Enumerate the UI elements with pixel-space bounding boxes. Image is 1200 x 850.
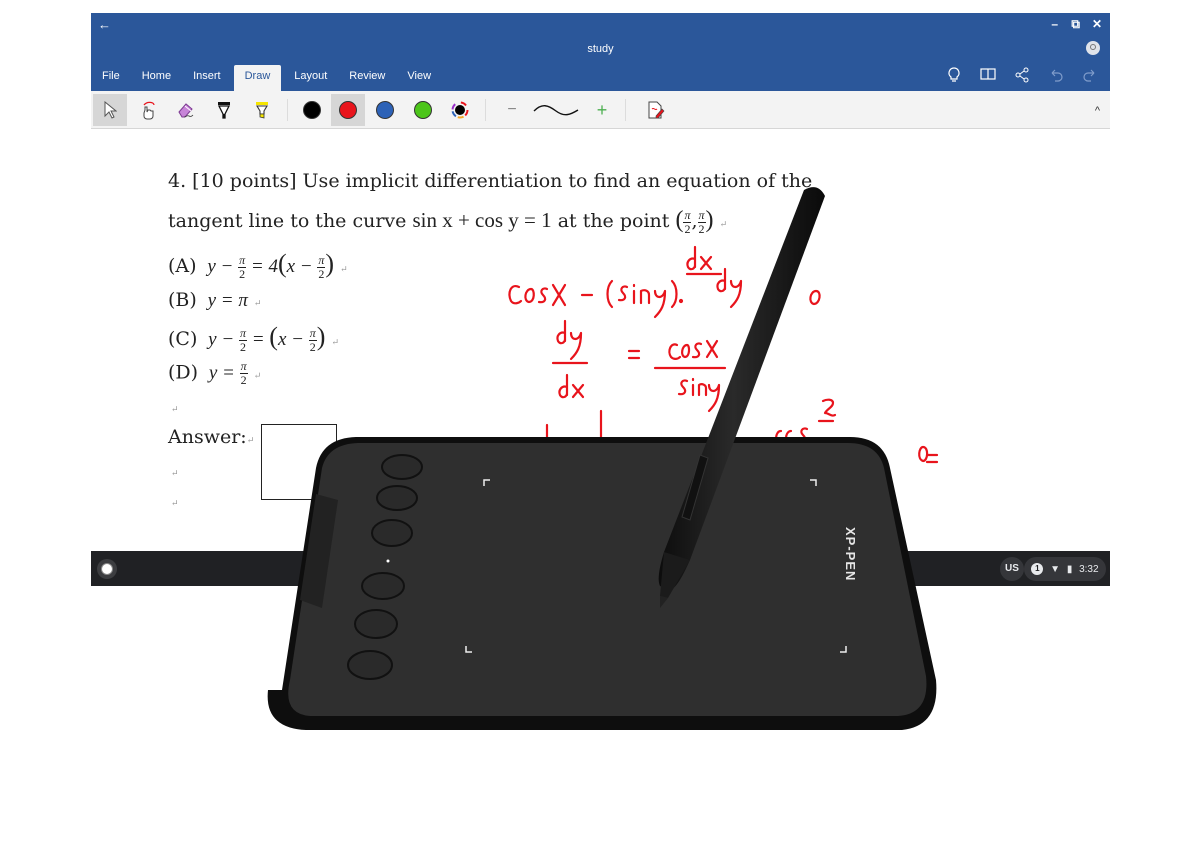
- tab-layout[interactable]: Layout: [283, 65, 338, 91]
- red-ink-handwriting: [508, 245, 939, 464]
- tablet-brand-logo: XP-PEN: [843, 527, 858, 582]
- wifi-icon: ▼: [1050, 563, 1061, 575]
- thickness-decrease-button[interactable]: −: [495, 94, 529, 126]
- color-black-button[interactable]: [295, 94, 329, 126]
- collapse-ribbon-chevron-up-icon[interactable]: ^: [1095, 105, 1100, 117]
- restore-icon[interactable]: ⧉: [1071, 17, 1080, 32]
- ribbon-tabs: File Home Insert Draw Layout Review View: [91, 65, 442, 91]
- highlighter-icon: [256, 102, 268, 119]
- cursor-arrow-icon: [104, 101, 117, 119]
- color-red-button[interactable]: [331, 94, 365, 126]
- more-colors-button[interactable]: [443, 94, 477, 126]
- toolbar-separator: [287, 99, 288, 121]
- ink-editor-icon: [648, 101, 665, 119]
- select-tool-button[interactable]: [93, 94, 127, 126]
- toolbar-separator: [485, 99, 486, 121]
- notification-count-badge: 1: [1031, 563, 1044, 575]
- draw-toolbar: − +: [91, 91, 1110, 129]
- color-wheel-icon: [451, 101, 469, 119]
- lasso-hand-icon: [143, 101, 155, 120]
- pen-icon: [217, 102, 231, 119]
- express-key-5: [354, 609, 398, 639]
- color-swatch-blue: [376, 101, 394, 119]
- highlighter-button[interactable]: [245, 94, 279, 126]
- chromebook-screen: ← – ⧉ ✕ study File Home Insert Draw Layo…: [91, 13, 1110, 586]
- battery-icon: ▮: [1066, 563, 1073, 575]
- undo-icon[interactable]: [1046, 67, 1066, 85]
- express-key-6: [347, 650, 393, 680]
- tab-file[interactable]: File: [91, 65, 131, 91]
- color-swatch-green: [414, 101, 432, 119]
- tab-insert[interactable]: Insert: [182, 65, 232, 91]
- lasso-select-button[interactable]: [131, 94, 165, 126]
- document-title: study: [587, 43, 614, 55]
- read-mode-icon[interactable]: [978, 67, 998, 85]
- redo-icon[interactable]: [1080, 67, 1100, 85]
- stroke-wave-icon: [533, 105, 579, 116]
- status-tray[interactable]: 1 ▼ ▮ 3:32: [1024, 557, 1106, 581]
- document-page: 4. [10 points] Use implicit differentiat…: [91, 129, 1110, 551]
- tab-view[interactable]: View: [396, 65, 442, 91]
- ribbon-right-icons: [944, 67, 1100, 85]
- chromeos-shelf: US 1 ▼ ▮ 3:32: [91, 551, 1110, 586]
- black-pen-button[interactable]: [207, 94, 241, 126]
- color-swatch-black: [303, 101, 321, 119]
- eraser-icon: [178, 103, 194, 118]
- tab-draw[interactable]: Draw: [233, 65, 282, 91]
- lightbulb-icon[interactable]: [944, 67, 964, 85]
- input-method-indicator[interactable]: US: [1000, 557, 1024, 581]
- minimize-icon[interactable]: –: [1051, 17, 1058, 31]
- color-green-button[interactable]: [406, 94, 440, 126]
- ink-to-math-button[interactable]: [639, 94, 673, 126]
- title-bar: ← – ⧉ ✕ study File Home Insert Draw Layo…: [91, 13, 1110, 91]
- tab-home[interactable]: Home: [131, 65, 182, 91]
- thickness-increase-button[interactable]: +: [585, 94, 619, 126]
- eraser-tool-button[interactable]: [169, 94, 203, 126]
- clock: 3:32: [1079, 563, 1099, 575]
- color-blue-button[interactable]: [368, 94, 402, 126]
- back-arrow-icon[interactable]: ←: [98, 17, 111, 32]
- share-icon[interactable]: [1012, 67, 1032, 85]
- stroke-preview: [531, 94, 581, 126]
- account-avatar-icon[interactable]: [1086, 41, 1100, 55]
- launcher-icon[interactable]: [97, 559, 117, 579]
- toolbar-separator: [625, 99, 626, 121]
- tab-review[interactable]: Review: [338, 65, 396, 91]
- color-swatch-red: [339, 101, 357, 119]
- close-icon[interactable]: ✕: [1092, 17, 1102, 31]
